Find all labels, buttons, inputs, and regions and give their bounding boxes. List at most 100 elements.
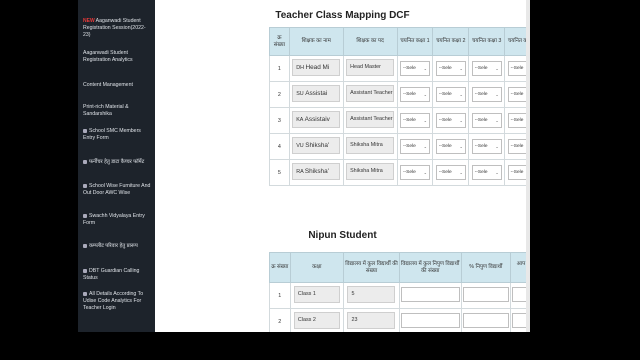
sidebar-item-label: कम्प्लीट परिवार हेतु प्रारूप (89, 243, 138, 249)
sidebar-item[interactable]: All Details According To Udise Code Anal… (78, 289, 155, 314)
teacher-post-cell: Shiksha Mitra (342, 133, 398, 160)
nipun-percent-cell (460, 282, 512, 309)
class-select-dropdown[interactable]: --Sele ⌄ (471, 87, 502, 102)
class-select-cell: --Sele ⌄ (396, 107, 434, 134)
class-select-cell: --Sele ⌄ (396, 81, 434, 108)
select-text: --Sele (474, 118, 488, 123)
column-header: शिक्षक का पद (342, 27, 398, 56)
chevron-down-icon: ⌄ (495, 92, 499, 97)
teacher-name-cell: KA Assistaiv (288, 107, 344, 134)
sidebar-item-label: फर्नीचर हेतु डाटा कैप्चर फॉर्मेट (89, 159, 145, 165)
select-text: --Sele (474, 66, 488, 71)
teacher-post-field: Shiksha Mitra (346, 137, 395, 154)
class-select-dropdown[interactable]: --Sele ⌄ (471, 113, 502, 128)
teacher-name-value: Head Mi (305, 64, 330, 71)
lock-icon (83, 213, 87, 218)
sidebar-item-label: DBT Guardian Calling Status (83, 268, 140, 281)
teacher-name-field: RA Shiksha' (292, 163, 341, 180)
chevron-down-icon: ⌄ (423, 66, 427, 71)
select-text: --Sele (510, 92, 524, 97)
chevron-down-icon: ⌄ (495, 118, 499, 123)
chevron-down-icon: ⌄ (495, 66, 499, 71)
sidebar-item[interactable]: Content Management (78, 80, 155, 91)
select-text: --Sele (474, 92, 488, 97)
select-text: --Sele (438, 66, 452, 71)
teacher-name-cell: RA Shiksha' (288, 159, 344, 186)
sidebar-item[interactable]: School Wise Furniture And Out Door AWC W… (78, 181, 155, 199)
nipun-count-cell (398, 282, 462, 309)
class-select-dropdown[interactable]: --Sele ⌄ (399, 87, 430, 102)
select-text: --Sele (438, 170, 452, 175)
chevron-down-icon: ⌄ (459, 66, 463, 71)
sidebar-item[interactable]: NEWAaganwadi Student Registration Sessio… (78, 16, 155, 41)
teacher-post-field: Head Master (346, 59, 395, 76)
class-select-dropdown[interactable]: --Sele ⌄ (435, 61, 466, 76)
class-select-dropdown[interactable]: --Sele ⌄ (471, 139, 502, 154)
teacher-name-value: Assistai (305, 90, 328, 97)
lock-icon (83, 291, 87, 296)
sidebar-item[interactable]: Aaganwadi Student Registration Analytics (78, 48, 155, 66)
sidebar-item[interactable]: कम्प्लीट परिवार हेतु प्रारूप (78, 241, 155, 252)
total-students-cell: 23 (343, 308, 400, 332)
sidebar-item-label: School Wise Furniture And Out Door AWC W… (83, 183, 151, 196)
nipun-percent-cell (460, 308, 512, 332)
lock-icon (83, 268, 87, 273)
teacher-post-field: Shiksha Mitra (346, 163, 395, 180)
class-select-cell: --Sele ⌄ (396, 133, 434, 160)
select-text: --Sele (402, 170, 416, 175)
chevron-down-icon: ⌄ (459, 170, 463, 175)
serial-cell: 2 (269, 308, 291, 332)
teacher-name-cell: VU Shiksha' (288, 133, 344, 160)
sidebar-item[interactable]: School SMC Members Entry Form (78, 126, 155, 144)
column-header: शिक्षक का नाम (288, 27, 344, 56)
nipun-percent-input[interactable] (462, 287, 510, 302)
sidebar-item-label: Content Management (83, 82, 133, 88)
teacher-name-field: VU Shiksha' (292, 137, 341, 154)
class-select-dropdown[interactable]: --Sele ⌄ (399, 61, 430, 76)
class-select-dropdown[interactable]: --Sele ⌄ (471, 61, 502, 76)
sidebar-item-label: All Details According To Udise Code Anal… (83, 291, 144, 311)
sidebar-item-label: Swachh Vidyalaya Entry Form (83, 213, 145, 226)
total-students-field: 5 (347, 286, 396, 303)
serial-cell: 2 (269, 81, 290, 108)
serial-cell: 1 (269, 282, 291, 309)
class-select-cell: --Sele ⌄ (468, 81, 506, 108)
class-select-cell: --Sele ⌄ (432, 159, 470, 186)
class-select-dropdown[interactable]: --Sele ⌄ (435, 113, 466, 128)
column-header: कक्षा (289, 252, 345, 283)
sidebar-item[interactable]: Print-rich Material & Sandarshika (78, 102, 155, 120)
teacher-name-value: Shiksha' (304, 168, 329, 175)
chevron-down-icon: ⌄ (459, 118, 463, 123)
sidebar-item-label: School SMC Members Entry Form (83, 128, 141, 141)
teacher-section-title: Teacher Class Mapping DCF (275, 10, 410, 21)
table-row: 4 VU Shiksha' Shiksha Mitra --Sele ⌄ --Sele ⌄ -… (269, 133, 530, 160)
chevron-down-icon: ⌄ (423, 92, 427, 97)
select-text: --Sele (510, 66, 524, 71)
nipun-count-input[interactable] (400, 287, 460, 302)
new-badge: NEW (83, 18, 95, 24)
class-select-dropdown[interactable]: --Sele ⌄ (435, 139, 466, 154)
sidebar-item[interactable]: फर्नीचर हेतु डाटा कैप्चर फॉर्मेट (78, 157, 155, 168)
scrollbar[interactable] (526, 0, 530, 332)
class-select-dropdown[interactable]: --Sele ⌄ (471, 165, 502, 180)
class-select-dropdown[interactable]: --Sele ⌄ (399, 165, 430, 180)
teacher-post-cell: Shiksha Mitra (342, 159, 398, 186)
chevron-down-icon: ⌄ (423, 144, 427, 149)
nipun-percent-input[interactable] (462, 313, 510, 328)
sidebar-item-label: Print-rich Material & Sandarshika (83, 104, 129, 117)
table-row: 1 Class 1 5 (269, 282, 530, 309)
class-select-dropdown[interactable]: --Sele ⌄ (435, 165, 466, 180)
sidebar-item[interactable]: DBT Guardian Calling Status (78, 266, 155, 284)
class-select-dropdown[interactable]: --Sele ⌄ (399, 139, 430, 154)
sidebar-item[interactable]: Swachh Vidyalaya Entry Form (78, 211, 155, 229)
class-select-dropdown[interactable]: --Sele ⌄ (399, 113, 430, 128)
teacher-name-field: KA Assistaiv (292, 111, 341, 128)
sidebar: NEWAaganwadi Student Registration Sessio… (78, 0, 155, 332)
nipun-count-input[interactable] (400, 313, 460, 328)
teacher-name-cell: DH Head Mi (288, 55, 344, 82)
teacher-table-header: क्र संख्या शिक्षक का नाम शिक्षक का पद चयनित… (269, 27, 530, 56)
class-select-cell: --Sele ⌄ (468, 55, 506, 82)
column-header: विद्यालय में कुल विद्यार्थी की संख्या (343, 252, 400, 283)
class-select-dropdown[interactable]: --Sele ⌄ (435, 87, 466, 102)
lock-icon (83, 159, 87, 164)
